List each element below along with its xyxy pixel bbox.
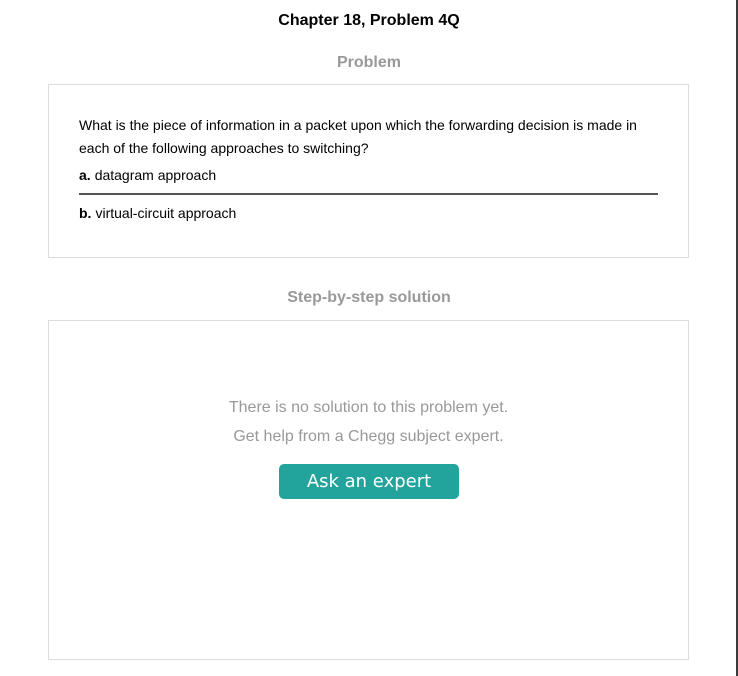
ask-expert-button[interactable]: Ask an expert	[279, 464, 459, 499]
option-divider	[79, 193, 658, 195]
option-b: b. virtual-circuit approach	[79, 205, 236, 221]
option-a-text: datagram approach	[94, 167, 217, 183]
no-solution-message: There is no solution to this problem yet…	[228, 399, 509, 416]
option-b-letter: b.	[79, 205, 92, 221]
problem-card: What is the piece of information in a pa…	[48, 84, 689, 258]
solution-card: There is no solution to this problem yet…	[48, 320, 689, 660]
solution-heading: Step-by-step solution	[287, 289, 451, 306]
option-b-text: virtual-circuit approach	[95, 205, 237, 221]
problem-question: What is the piece of information in a pa…	[79, 117, 637, 156]
option-a-letter: a.	[79, 167, 91, 183]
expert-help-message: Get help from a Chegg subject expert.	[233, 428, 504, 445]
problem-heading: Problem	[336, 54, 401, 71]
page-title: Chapter 18, Problem 4Q	[278, 12, 460, 29]
option-a: a. datagram approach	[79, 167, 216, 183]
